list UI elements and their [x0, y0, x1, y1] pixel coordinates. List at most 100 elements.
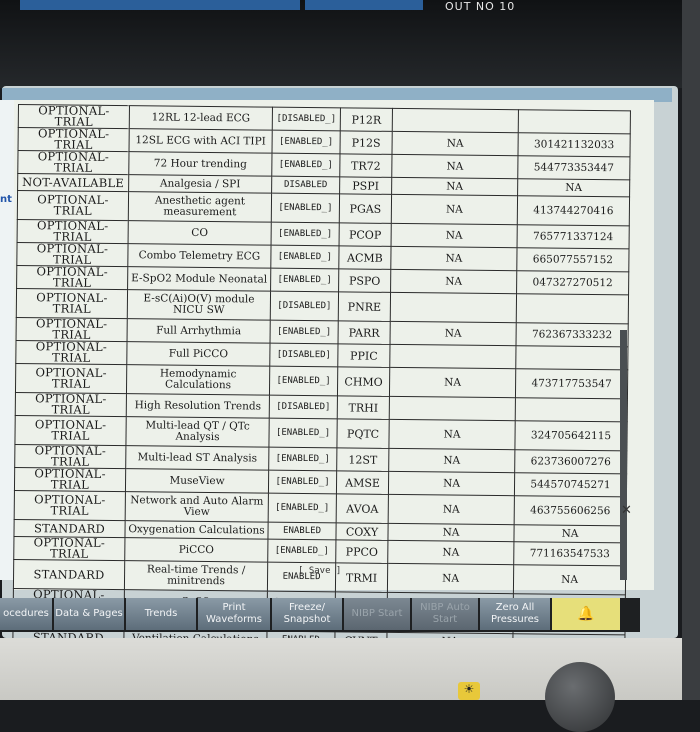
license-number-cell: 623736007276: [514, 449, 627, 474]
license-type-cell: OPTIONAL-TRIAL: [15, 392, 127, 417]
option-name-cell: Oxygenation Calculations: [124, 520, 269, 540]
status-cell: [ENABLED_]: [268, 493, 337, 523]
license-type-cell: OPTIONAL-TRIAL: [14, 467, 126, 492]
option-code-cell: TRHI: [337, 395, 390, 420]
bottom-button-4[interactable]: Freeze/ Snapshot: [272, 598, 342, 630]
option-name-cell: Multi-lead QT / QTc Analysis: [125, 416, 270, 448]
na-cell: NA: [390, 246, 518, 271]
option-name-cell: Full Arrhythmia: [127, 318, 271, 344]
trim-knob[interactable]: [545, 662, 615, 732]
status-cell: [DISABLED]: [270, 291, 339, 321]
license-type-cell: OPTIONAL-TRIAL: [17, 150, 130, 175]
status-cell: [DISABLED]: [269, 343, 339, 367]
option-code-cell: COXY: [335, 522, 389, 541]
bottom-button-1[interactable]: Data & Pages: [54, 598, 124, 630]
vertical-scrollbar[interactable]: [620, 330, 627, 580]
save-button[interactable]: [ Save ]: [298, 566, 341, 576]
status-cell: [ENABLED_]: [271, 130, 341, 154]
na-cell: NA: [391, 131, 519, 156]
status-cell: [ENABLED_]: [267, 539, 336, 563]
option-name-cell: Analgesia / SPI: [128, 174, 272, 194]
option-code-cell: AVOA: [336, 493, 389, 524]
license-type-cell: OPTIONAL-TRIAL: [18, 127, 130, 152]
license-number-cell: [516, 293, 629, 324]
na-cell: NA: [391, 194, 518, 225]
license-type-cell: OPTIONAL-TRIAL: [14, 444, 126, 469]
na-cell: [392, 108, 519, 133]
license-number-cell: NA: [513, 564, 626, 595]
status-cell: [ENABLED_]: [269, 366, 338, 396]
license-type-cell: OPTIONAL-TRIAL: [17, 190, 129, 221]
na-cell: NA: [389, 367, 516, 398]
option-code-cell: PPIC: [337, 343, 391, 368]
bottom-button-3[interactable]: Print Waveforms: [198, 598, 270, 630]
license-type-cell: OPTIONAL-TRIAL: [14, 415, 127, 446]
license-number-cell: 301421132033: [517, 132, 631, 157]
license-type-cell: OPTIONAL-TRIAL: [16, 242, 129, 267]
bottom-button-5[interactable]: NIBP Start: [344, 598, 410, 630]
bottom-button-2[interactable]: Trends: [126, 598, 196, 630]
status-cell: [ENABLED_]: [271, 222, 340, 246]
status-cell: ENABLED: [267, 522, 337, 540]
status-cell: [ENABLED_]: [271, 193, 340, 223]
na-cell: NA: [387, 540, 514, 565]
license-number-cell: 324705642115: [514, 420, 628, 451]
option-name-cell: 12RL 12-lead ECG: [129, 105, 273, 131]
na-cell: [390, 292, 517, 323]
status-cell: [ENABLED_]: [270, 245, 340, 269]
option-name-cell: High Resolution Trends: [126, 393, 270, 419]
option-name-cell: Network and Auto Alarm View: [125, 491, 269, 523]
option-name-cell: MuseView: [125, 468, 269, 494]
license-type-cell: OPTIONAL-TRIAL: [15, 340, 128, 365]
status-cell: [DISABLED_]: [272, 107, 341, 131]
bottom-button-7[interactable]: Zero All Pressures: [480, 598, 550, 630]
option-code-cell: PCOP: [339, 222, 392, 247]
bottom-button-bar: ocedures Data & Pages Trends Print Waveform…: [0, 598, 640, 632]
license-number-cell: [518, 109, 631, 134]
na-cell: NA: [390, 269, 517, 294]
license-number-cell: 413744270416: [517, 195, 630, 226]
option-code-cell: PSPO: [338, 268, 391, 293]
status-cell: [ENABLED_]: [270, 268, 339, 292]
license-number-cell: 762367333232: [515, 322, 629, 347]
option-code-cell: PSPI: [339, 176, 392, 195]
monitor-top-bezel: [0, 0, 700, 88]
status-cell: DISABLED: [271, 176, 340, 194]
bottom-button-6[interactable]: NIBP Auto Start: [412, 598, 478, 630]
license-type-cell: STANDARD: [13, 519, 126, 538]
license-type-cell: OPTIONAL-TRIAL: [16, 317, 128, 342]
option-code-cell: PGAS: [339, 193, 392, 224]
option-name-cell: Combo Telemetry ECG: [127, 243, 272, 269]
license-number-cell: 771163547533: [513, 541, 626, 566]
status-cell: [DISABLED]: [269, 395, 338, 419]
alarm-silence-button[interactable]: 🔔: [552, 598, 620, 630]
option-code-cell: P12S: [339, 130, 393, 155]
option-code-cell: PNRE: [338, 291, 391, 322]
option-name-cell: Anesthetic agent measurement: [128, 191, 272, 223]
option-name-cell: E-sC(Ai)O(V) module NICU SW: [127, 289, 271, 321]
status-cell: [ENABLED_]: [271, 153, 340, 177]
option-name-cell: Hemodynamic Calculations: [126, 364, 270, 396]
option-name-cell: Full PiCCO: [126, 341, 271, 367]
scroll-close-icon[interactable]: ✕: [621, 503, 632, 518]
alarm-light-icon: ☀: [458, 682, 480, 700]
option-code-cell: P12R: [340, 107, 393, 132]
bottom-button-0[interactable]: ocedures: [0, 598, 52, 630]
status-cell: [ENABLED_]: [268, 470, 337, 494]
status-cell: [ENABLED_]: [268, 418, 338, 448]
license-type-cell: OPTIONAL-TRIAL: [18, 104, 130, 129]
license-number-cell: NA: [517, 178, 630, 197]
status-cell: [ENABLED_]: [270, 320, 339, 344]
license-type-cell: OPTIONAL-TRIAL: [15, 363, 127, 394]
na-cell: [389, 396, 516, 421]
na-cell: NA: [390, 321, 517, 346]
option-code-cell: PPCO: [335, 539, 388, 564]
na-cell: NA: [388, 448, 515, 473]
license-number-cell: NA: [513, 524, 627, 543]
na-cell: NA: [391, 223, 518, 248]
option-code-cell: TRMI: [335, 562, 388, 593]
option-name-cell: E-SpO2 Module Neonatal: [127, 266, 271, 292]
license-type-cell: OPTIONAL-TRIAL: [16, 288, 128, 319]
license-number-cell: 463755606256: [514, 495, 627, 526]
option-name-cell: PiCCO: [124, 537, 268, 563]
